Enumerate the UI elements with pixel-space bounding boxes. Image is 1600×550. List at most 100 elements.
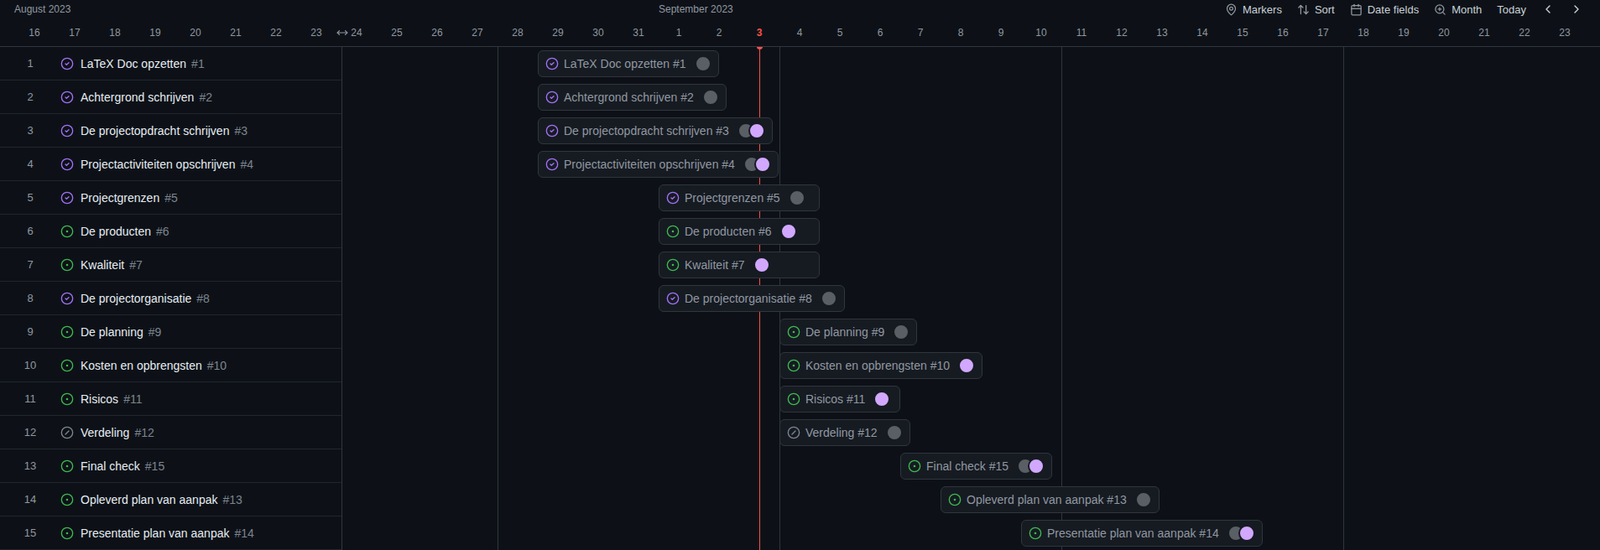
day-label: 3 (739, 26, 780, 39)
day-label: 23 (1544, 26, 1585, 39)
day-label: 17 (1302, 26, 1344, 39)
markers-button[interactable]: Markers (1224, 3, 1283, 16)
day-label: 1 (658, 26, 699, 39)
timeline-bar[interactable]: De projectorganisatie #8 (658, 285, 845, 313)
open-issue-icon (666, 258, 680, 272)
item-row[interactable]: 2Achtergrond schrijven#2 (0, 80, 342, 115)
item-title[interactable]: Kwaliteit (80, 258, 125, 272)
timeline-bar[interactable]: Projectgrenzen #5 (658, 184, 820, 212)
resize-icon (336, 26, 349, 39)
assignee-avatar[interactable] (820, 290, 838, 308)
assignee-avatar[interactable] (892, 323, 910, 341)
item-title[interactable]: Presentatie plan van aanpak (80, 526, 230, 541)
assignees (885, 424, 903, 442)
previous-button[interactable] (1541, 2, 1555, 16)
assignees (958, 357, 975, 375)
closed-issue-icon (545, 157, 559, 172)
assignees (873, 390, 891, 408)
timeline-bar[interactable]: Achtergrond schrijven #2 (537, 83, 727, 111)
timeline-bar[interactable]: Kwaliteit #7 (658, 251, 820, 279)
open-issue-icon (60, 258, 74, 272)
assignee-avatar[interactable] (1238, 525, 1256, 543)
open-issue-icon (60, 526, 74, 541)
assignee-avatar[interactable] (1027, 458, 1045, 475)
chevron-right-icon (1569, 2, 1584, 16)
row-number: 5 (0, 191, 61, 204)
assignee-avatar[interactable] (780, 223, 798, 240)
item-title[interactable]: Verdeling (80, 426, 130, 440)
item-title[interactable]: Projectgrenzen (80, 191, 160, 205)
assignee-avatar[interactable] (885, 424, 903, 442)
item-row[interactable]: 7Kwaliteit#7 (0, 248, 342, 282)
timeline-bar[interactable]: Projectactiviteiten opschrijven #4 (537, 151, 779, 178)
timeline-bar[interactable]: De producten #6 (658, 218, 820, 245)
item-title[interactable]: De planning (80, 325, 144, 339)
timeline-row: De planning #9 (342, 315, 1600, 350)
item-title[interactable]: Kosten en opbrengsten (80, 359, 203, 373)
item-row[interactable]: 10Kosten en opbrengsten#10 (0, 349, 342, 383)
row-number: 10 (0, 359, 61, 372)
item-title[interactable]: LaTeX Doc opzetten (80, 57, 187, 71)
item-row[interactable]: 8De projectorganisatie#8 (0, 281, 342, 316)
timeline-bar[interactable]: Presentatie plan van aanpak #14 (1021, 520, 1263, 548)
resize-handle[interactable] (335, 26, 350, 40)
closed-issue-icon (60, 191, 74, 205)
item-row[interactable]: 5Projectgrenzen#5 (0, 181, 342, 215)
assignees (1227, 525, 1256, 543)
date-button[interactable]: Date fields (1349, 3, 1419, 16)
assignee-avatar[interactable] (748, 122, 766, 140)
item-row[interactable]: 12Verdeling#12 (0, 416, 342, 450)
timeline-bar[interactable]: Opleverd plan van aanpak #13 (940, 486, 1160, 514)
day-label: 10 (1021, 26, 1062, 39)
bar-title: De projectorganisatie #8 (684, 291, 813, 306)
month-label: September 2023 (658, 3, 734, 16)
item-row[interactable]: 1LaTeX Doc opzetten#1 (0, 46, 342, 81)
item-title[interactable]: De producten (80, 224, 152, 239)
day-label: 17 (54, 26, 95, 39)
assignee-avatar[interactable] (702, 88, 720, 106)
timeline-row: Opleverd plan van aanpak #13 (342, 483, 1600, 517)
item-row[interactable]: 6De producten#6 (0, 214, 342, 249)
item-title[interactable]: Final check (80, 459, 141, 474)
assignee-avatar[interactable] (958, 357, 975, 375)
sort-button[interactable]: Sort (1297, 3, 1335, 16)
item-row[interactable]: 14Opleverd plan van aanpak#13 (0, 483, 342, 517)
timeline-bar[interactable]: Verdeling #12 (779, 419, 911, 447)
item-row[interactable]: 15Presentatie plan van aanpak#14 (0, 516, 342, 550)
timeline-bar[interactable]: De planning #9 (779, 318, 918, 346)
timeline-bar[interactable]: De projectopdracht schrijven #3 (537, 117, 773, 145)
row-number: 4 (0, 157, 61, 171)
item-title[interactable]: Opleverd plan van aanpak (80, 493, 218, 507)
item-row[interactable]: 11Risicos#11 (0, 382, 342, 417)
item-title[interactable]: De projectorganisatie (80, 291, 192, 306)
item-row[interactable]: 13Final check#15 (0, 449, 342, 484)
timeline-bar[interactable]: Final check #15 (900, 453, 1053, 480)
text-button[interactable]: Today (1496, 3, 1527, 16)
bar-title: Projectgrenzen #5 (684, 191, 781, 205)
item-row[interactable]: 9De planning#9 (0, 315, 342, 350)
zoom-button[interactable]: Month (1433, 3, 1482, 16)
timeline-bar[interactable]: LaTeX Doc opzetten #1 (537, 50, 720, 78)
assignee-avatar[interactable] (788, 189, 806, 207)
timeline-bar[interactable]: Kosten en opbrengsten #10 (779, 352, 983, 380)
day-label: 15 (1222, 26, 1263, 39)
closed-issue-icon (60, 291, 74, 306)
item-title[interactable]: Projectactiviteiten opschrijven (80, 157, 235, 172)
timeline-bar[interactable]: Risicos #11 (779, 385, 901, 413)
assignee-avatar[interactable] (694, 55, 712, 73)
day-row: 1617181920212223242526272829303112345678… (0, 18, 1600, 47)
next-button[interactable] (1569, 2, 1584, 16)
assignee-avatar[interactable] (1135, 491, 1152, 509)
row-number: 1 (0, 57, 61, 70)
bar-title: Risicos #11 (805, 392, 866, 407)
item-row[interactable]: 4Projectactiviteiten opschrijven#4 (0, 147, 342, 182)
item-title[interactable]: Achtergrond schrijven (80, 90, 194, 105)
assignee-avatar[interactable] (753, 256, 771, 274)
assignee-avatar[interactable] (754, 156, 772, 173)
bar-title: Presentatie plan van aanpak #14 (1047, 526, 1220, 541)
item-title[interactable]: De projectopdracht schrijven (80, 124, 230, 138)
item-row[interactable]: 3De projectopdracht schrijven#3 (0, 114, 342, 148)
assignee-avatar[interactable] (873, 390, 891, 408)
item-title[interactable]: Risicos (80, 392, 119, 407)
open-issue-icon (1028, 526, 1043, 541)
